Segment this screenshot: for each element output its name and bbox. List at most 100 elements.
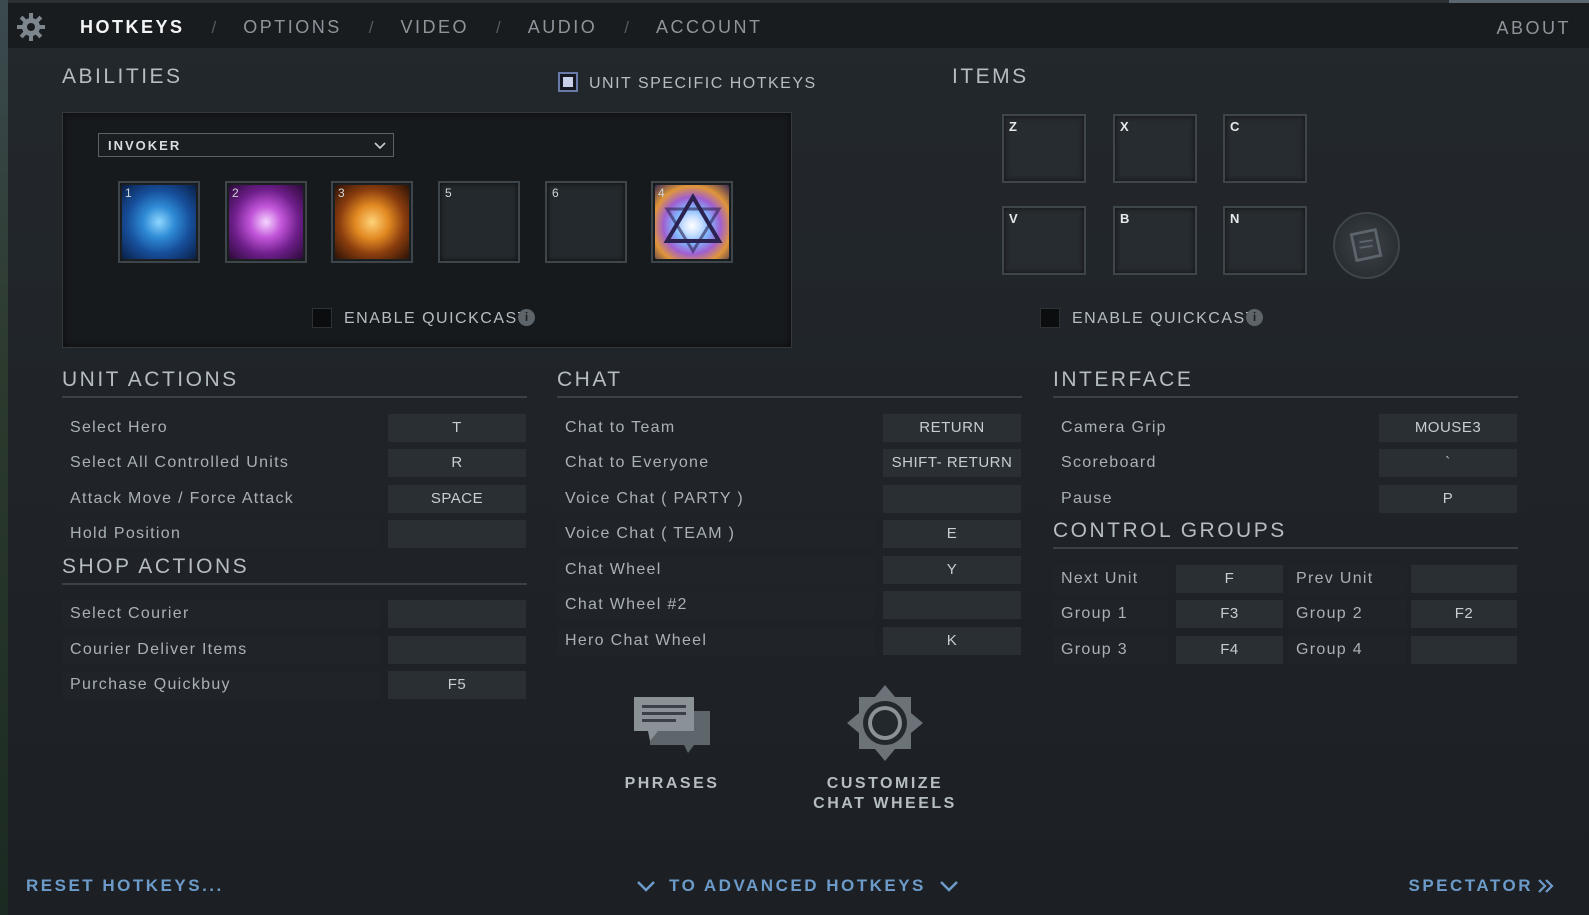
hotkey-binding[interactable]: SHIFT- RETURN <box>883 449 1021 477</box>
spectator-link[interactable]: SPECTATOR <box>1408 876 1555 896</box>
hotkey-binding[interactable]: F5 <box>388 671 526 699</box>
hotkey-binding[interactable] <box>883 485 1021 513</box>
hotkey-binding[interactable]: F3 <box>1176 600 1283 628</box>
hero-dropdown-value: INVOKER <box>108 138 182 153</box>
spectator-label: SPECTATOR <box>1408 876 1533 895</box>
hotkey-binding[interactable]: F <box>1176 565 1283 593</box>
tab-video[interactable]: VIDEO <box>401 17 470 38</box>
reset-hotkeys-link[interactable]: RESET HOTKEYS... <box>26 876 224 896</box>
abilities-quickcast-label: ENABLE QUICKCAST <box>344 310 529 327</box>
gear-icon[interactable] <box>16 12 46 42</box>
teleport-scroll-icon <box>1349 227 1383 263</box>
unit-specific-hotkeys-checkbox[interactable] <box>558 72 578 92</box>
customize-chat-wheels-label-2[interactable]: CHAT WHEELS <box>805 795 965 813</box>
nav-separator: / <box>211 17 217 37</box>
abilities-heading: ABILITIES <box>62 65 183 88</box>
advanced-hotkeys-label: TO ADVANCED HOTKEYS <box>669 876 926 895</box>
advanced-hotkeys-toggle[interactable]: TO ADVANCED HOTKEYS <box>635 876 960 896</box>
ability-slot-1[interactable]: 1 <box>118 181 200 263</box>
hotkey-label: Group 1 <box>1053 600 1168 628</box>
hotkey-binding[interactable]: ` <box>1379 449 1517 477</box>
customize-chat-wheels-label-1[interactable]: CUSTOMIZE <box>805 775 965 793</box>
ability-slot-5[interactable]: 5 <box>438 181 520 263</box>
divider <box>557 396 1022 398</box>
hotkey-binding[interactable] <box>388 600 526 628</box>
item-slot-c[interactable]: C <box>1223 114 1307 183</box>
item-slot-x[interactable]: X <box>1113 114 1197 183</box>
item-slot-z[interactable]: Z <box>1002 114 1086 183</box>
divider <box>62 583 527 585</box>
hotkey-label: Next Unit <box>1053 565 1168 593</box>
hotkey-label: Group 4 <box>1288 636 1406 664</box>
nav-separator: / <box>496 17 501 37</box>
tab-account[interactable]: ACCOUNT <box>656 17 763 38</box>
slot-number: 5 <box>445 186 452 200</box>
hotkey-binding[interactable] <box>388 636 526 664</box>
item-slot-b[interactable]: B <box>1113 206 1197 275</box>
item-slot-n[interactable]: N <box>1223 206 1307 275</box>
hotkey-label: Voice Chat ( TEAM ) <box>557 520 875 548</box>
divider <box>62 396 527 398</box>
invoke-icon <box>655 185 729 259</box>
info-icon[interactable]: i <box>518 309 535 326</box>
hotkey-label: Chat to Team <box>557 414 875 442</box>
hotkey-binding[interactable]: R <box>388 449 526 477</box>
tab-audio[interactable]: AUDIO <box>528 17 598 38</box>
phrases-icon[interactable] <box>632 693 712 755</box>
hotkey-label: Hero Chat Wheel <box>557 627 875 655</box>
teleport-scroll-slot[interactable] <box>1333 212 1400 279</box>
chevron-down-icon <box>374 142 386 150</box>
items-quickcast-checkbox[interactable] <box>1040 308 1060 328</box>
ability-slot-3[interactable]: 3 <box>331 181 413 263</box>
hotkey-binding[interactable]: K <box>883 627 1021 655</box>
ability-slot-2[interactable]: 2 <box>225 181 307 263</box>
hotkey-label: Group 2 <box>1288 600 1406 628</box>
hotkey-binding[interactable]: MOUSE3 <box>1379 414 1517 442</box>
hotkey-binding[interactable]: RETURN <box>883 414 1021 442</box>
hotkey-label: Purchase Quickbuy <box>62 671 380 699</box>
tab-hotkeys[interactable]: HOTKEYS <box>80 17 185 38</box>
hotkey-label: Select Courier <box>62 600 380 628</box>
exort-orb-icon <box>335 185 409 259</box>
hotkey-binding[interactable] <box>883 591 1021 619</box>
item-slot-v[interactable]: V <box>1002 206 1086 275</box>
interface-heading: INTERFACE <box>1053 368 1194 391</box>
invoke-triangle-icon <box>663 193 723 254</box>
hotkey-binding[interactable] <box>388 520 526 548</box>
ability-slot-6[interactable]: 6 <box>545 181 627 263</box>
chat-wheel-icon[interactable] <box>845 683 925 763</box>
hotkey-label: Scoreboard <box>1053 449 1371 477</box>
shop-actions-heading: SHOP ACTIONS <box>62 555 250 578</box>
hotkey-label: Voice Chat ( PARTY ) <box>557 485 875 513</box>
hero-dropdown[interactable]: INVOKER <box>98 133 394 157</box>
hotkey-label: Prev Unit <box>1288 565 1406 593</box>
chat-heading: CHAT <box>557 368 623 391</box>
tab-options[interactable]: OPTIONS <box>243 17 342 38</box>
phrases-button-label[interactable]: PHRASES <box>612 775 732 793</box>
hotkey-binding[interactable]: T <box>388 414 526 442</box>
hotkey-label: Camera Grip <box>1053 414 1371 442</box>
hotkey-binding[interactable]: Y <box>883 556 1021 584</box>
nav-separator: / <box>368 17 374 37</box>
hotkey-binding[interactable] <box>1411 565 1517 593</box>
info-icon[interactable]: i <box>1246 309 1263 326</box>
unit-specific-hotkeys-label: UNIT SPECIFIC HOTKEYS <box>589 75 817 92</box>
ability-slot-invoke[interactable]: 4 <box>651 181 733 263</box>
top-nav-bar: HOTKEYS / OPTIONS / VIDEO / AUDIO / ACCO… <box>8 0 1589 48</box>
hotkey-binding[interactable]: F2 <box>1411 600 1517 628</box>
unit-actions-heading: UNIT ACTIONS <box>62 368 239 391</box>
hotkey-label: Pause <box>1053 485 1371 513</box>
abilities-quickcast-checkbox[interactable] <box>312 308 332 328</box>
quas-orb-icon <box>122 185 196 259</box>
item-slot-key: B <box>1120 211 1130 226</box>
hotkey-binding[interactable]: E <box>883 520 1021 548</box>
top-edge-highlight <box>1449 0 1589 3</box>
chevron-down-icon <box>637 881 655 892</box>
hotkey-label: Select All Controlled Units <box>62 449 380 477</box>
hotkey-binding[interactable]: SPACE <box>388 485 526 513</box>
hotkey-binding[interactable]: P <box>1379 485 1517 513</box>
hotkey-binding[interactable] <box>1411 636 1517 664</box>
about-link[interactable]: ABOUT <box>1496 18 1571 39</box>
hotkey-binding[interactable]: F4 <box>1176 636 1283 664</box>
nav-separator: / <box>624 17 629 37</box>
